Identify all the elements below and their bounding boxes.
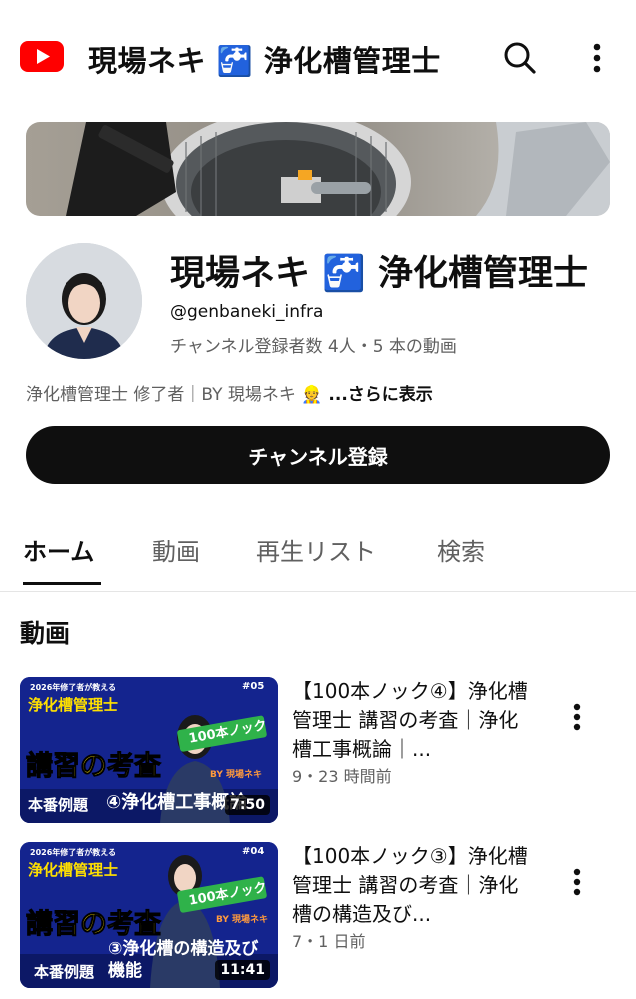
description-text: 浄化槽管理士 修了者｜BY 現場ネキ 👷: [26, 385, 323, 405]
thumb-caption: 2026年修了者が教える: [30, 683, 117, 692]
more-vert-icon: [573, 703, 581, 731]
channel-avatar[interactable]: [26, 243, 142, 359]
channel-description[interactable]: 浄化槽管理士 修了者｜BY 現場ネキ 👷 ...さらに表示: [26, 380, 433, 405]
more-vert-icon: [593, 43, 601, 73]
show-more-link[interactable]: ...さらに表示: [323, 385, 432, 405]
channel-banner: [26, 122, 610, 216]
video-item[interactable]: 2026年修了者が教える #05 浄化槽管理士 講習の考査 100本ノック BY…: [0, 677, 636, 827]
thumb-title: 講習の考査: [26, 751, 162, 783]
video-title[interactable]: 【100本ノック③】浄化槽管理士 講習の考査｜浄化槽の構造及び...: [292, 842, 532, 929]
thumb-by: BY 現場ネキ: [216, 915, 269, 925]
search-button[interactable]: [498, 36, 542, 80]
thumb-label: 浄化槽管理士: [28, 696, 119, 714]
thumb-by: BY 現場ネキ: [210, 770, 263, 780]
active-tab-indicator: [23, 582, 101, 585]
tab-home[interactable]: ホーム: [23, 532, 94, 567]
tab-videos[interactable]: 動画: [152, 532, 200, 567]
more-vert-icon: [573, 868, 581, 896]
youtube-logo-icon[interactable]: [20, 41, 64, 72]
thumb-caption: 2026年修了者が教える: [30, 848, 117, 857]
video-more-button[interactable]: [562, 864, 592, 900]
channel-tabs: ホーム 動画 再生リスト 検索: [0, 514, 636, 592]
video-duration: 11:41: [215, 960, 270, 980]
video-thumbnail[interactable]: 2026年修了者が教える #04 浄化槽管理士 講習の考査 100本ノック BY…: [20, 842, 278, 988]
thumb-bottom-left: 本番例題: [28, 796, 89, 814]
more-options-button[interactable]: [580, 36, 614, 80]
section-title: 動画: [20, 619, 71, 648]
video-meta: 9・23 時間前: [292, 767, 392, 786]
video-thumbnail[interactable]: 2026年修了者が教える #05 浄化槽管理士 講習の考査 100本ノック BY…: [20, 677, 278, 823]
tab-search[interactable]: 検索: [437, 532, 485, 567]
video-more-button[interactable]: [562, 699, 592, 735]
search-icon: [504, 42, 536, 74]
thumb-bottom-left: 本番例題: [34, 963, 95, 981]
thumb-tag: #04: [242, 846, 265, 857]
subscribe-button[interactable]: チャンネル登録: [26, 426, 610, 484]
channel-stats: チャンネル登録者数 4人・5 本の動画: [170, 337, 457, 357]
thumb-title: 講習の考査: [26, 909, 162, 941]
tab-playlists[interactable]: 再生リスト: [256, 532, 376, 567]
channel-name: 現場ネキ 🚰 浄化槽管理士: [170, 254, 588, 294]
app-bar-title: 現場ネキ 🚰 浄化槽管理士: [88, 44, 441, 78]
video-title[interactable]: 【100本ノック④】浄化槽管理士 講習の考査｜浄化槽工事概論｜...: [292, 677, 532, 764]
thumb-tag: #05: [242, 681, 265, 692]
video-meta: 7・1 日前: [292, 932, 366, 951]
channel-handle: @genbaneki_infra: [170, 302, 324, 322]
thumb-label: 浄化槽管理士: [28, 861, 119, 879]
video-item[interactable]: 2026年修了者が教える #04 浄化槽管理士 講習の考査 100本ノック BY…: [0, 842, 636, 992]
video-duration: 7:50: [225, 795, 270, 815]
top-app-bar: 現場ネキ 🚰 浄化槽管理士: [0, 0, 636, 116]
